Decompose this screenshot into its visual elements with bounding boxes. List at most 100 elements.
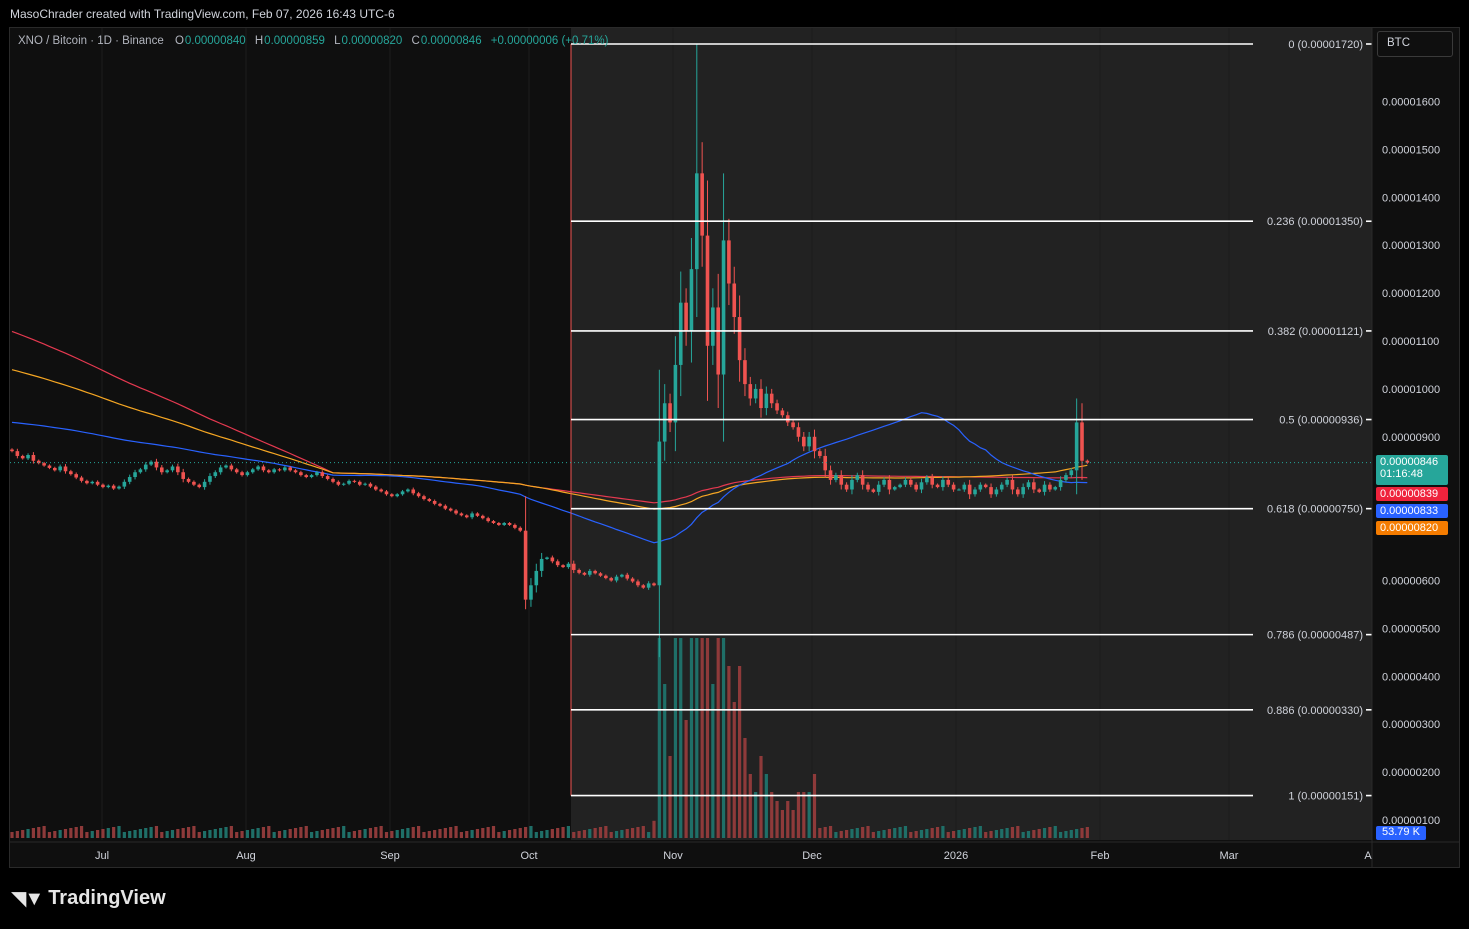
candle-body: [764, 393, 769, 409]
volume-bar: [695, 638, 699, 838]
volume-bar: [598, 827, 603, 838]
candle-body: [234, 469, 239, 473]
price-chart[interactable]: 0 (0.00001720) 0.236 (0.00001350) 0.382 (0…: [0, 0, 1469, 929]
volume-bar: [197, 832, 201, 838]
candle-body: [1074, 422, 1079, 471]
candle-body: [240, 472, 244, 476]
volume-bar: [235, 832, 239, 838]
candle-body: [673, 364, 678, 423]
candle-body: [1080, 422, 1084, 461]
volume-bar: [721, 638, 726, 838]
volume-bar: [154, 826, 159, 838]
volume-bar: [1010, 827, 1015, 838]
volume-bar: [614, 831, 619, 838]
open-value: 0.00000840: [184, 35, 246, 47]
candle-body: [951, 484, 956, 490]
currency-selector[interactable]: BTC: [1377, 31, 1453, 57]
volume-bar: [941, 826, 945, 838]
volume-bar: [855, 828, 859, 838]
candle-body: [636, 581, 640, 586]
volume-bar: [433, 830, 437, 838]
candle-body: [69, 471, 73, 475]
volume-bar: [133, 830, 137, 838]
candle-body: [427, 499, 432, 501]
candle-body: [122, 481, 127, 487]
candle-body: [999, 484, 1004, 490]
volume-bar: [582, 830, 587, 838]
volume-bar: [919, 830, 924, 838]
volume-bar: [106, 828, 110, 838]
volume-bar: [352, 831, 356, 838]
volume-bar: [443, 828, 447, 838]
volume-bar: [449, 827, 453, 838]
candle-body: [925, 477, 929, 483]
volume-bar: [331, 828, 335, 838]
candle-body: [876, 484, 881, 492]
volume-bar: [144, 828, 148, 838]
candle-body: [989, 487, 993, 495]
volume-bar: [224, 827, 228, 838]
y-tick-label: 0.00000900: [1382, 432, 1440, 444]
candle-body: [10, 449, 14, 452]
candle-body: [143, 464, 148, 470]
volume-bar: [208, 830, 212, 838]
candle-body: [775, 403, 779, 411]
tradingview-brand[interactable]: ◥▼ TradingView: [11, 886, 166, 911]
candle-body: [1021, 487, 1025, 495]
x-tick-label: Jul: [95, 850, 109, 862]
volume-bar: [984, 832, 988, 838]
x-tick-label: 2026: [944, 850, 968, 862]
candle-body: [539, 558, 544, 571]
candle-body: [1064, 475, 1068, 480]
volume-bar: [53, 831, 57, 838]
candle-body: [973, 489, 977, 495]
candle-body: [839, 475, 844, 485]
volume-bar: [566, 826, 570, 838]
candle-body: [914, 484, 918, 490]
candle-body: [464, 515, 469, 518]
volume-bar: [534, 832, 538, 838]
volume-bar: [513, 829, 517, 838]
candle-body: [432, 500, 437, 504]
y-tick-label: 0.00000500: [1382, 623, 1440, 635]
volume-bar: [336, 827, 340, 838]
candle-body: [272, 469, 276, 473]
candle-body: [79, 477, 84, 481]
candle-body: [299, 472, 303, 476]
x-tick-label: Feb: [1091, 850, 1110, 862]
candle-body: [304, 475, 309, 478]
candle-body: [529, 585, 533, 600]
volume-bar: [186, 827, 191, 838]
volume-bar: [454, 826, 458, 838]
candle-body: [127, 477, 132, 482]
candle-body: [620, 574, 624, 577]
candle-body: [277, 469, 282, 471]
candle-body: [197, 484, 202, 488]
candle-body: [379, 489, 383, 492]
volume-bar: [192, 826, 196, 838]
volume-bar: [604, 826, 608, 838]
volume-bar: [818, 828, 822, 838]
volume-bar: [283, 830, 287, 838]
candle-body: [443, 505, 448, 509]
volume-bar: [834, 832, 838, 838]
volume-bar: [358, 830, 362, 838]
volume-bar: [245, 830, 249, 838]
volume-bar: [711, 684, 715, 838]
candle-body: [502, 523, 506, 525]
volume-bar: [1037, 829, 1041, 838]
volume-bar: [850, 829, 854, 838]
volume-bar: [272, 832, 276, 838]
symbol-label[interactable]: XNO / Bitcoin · 1D · Binance: [18, 35, 164, 47]
volume-bar: [823, 827, 827, 838]
candle-body: [101, 484, 105, 488]
volume-bar: [796, 792, 801, 838]
candle-body: [165, 470, 169, 473]
volume-bar: [320, 830, 324, 838]
candle-body: [422, 496, 426, 500]
volume-bar: [203, 831, 207, 838]
y-tick-label: 0.00001300: [1382, 240, 1440, 252]
volume-bar: [10, 832, 14, 838]
volume-bar: [657, 638, 661, 838]
candle-body: [860, 475, 865, 485]
